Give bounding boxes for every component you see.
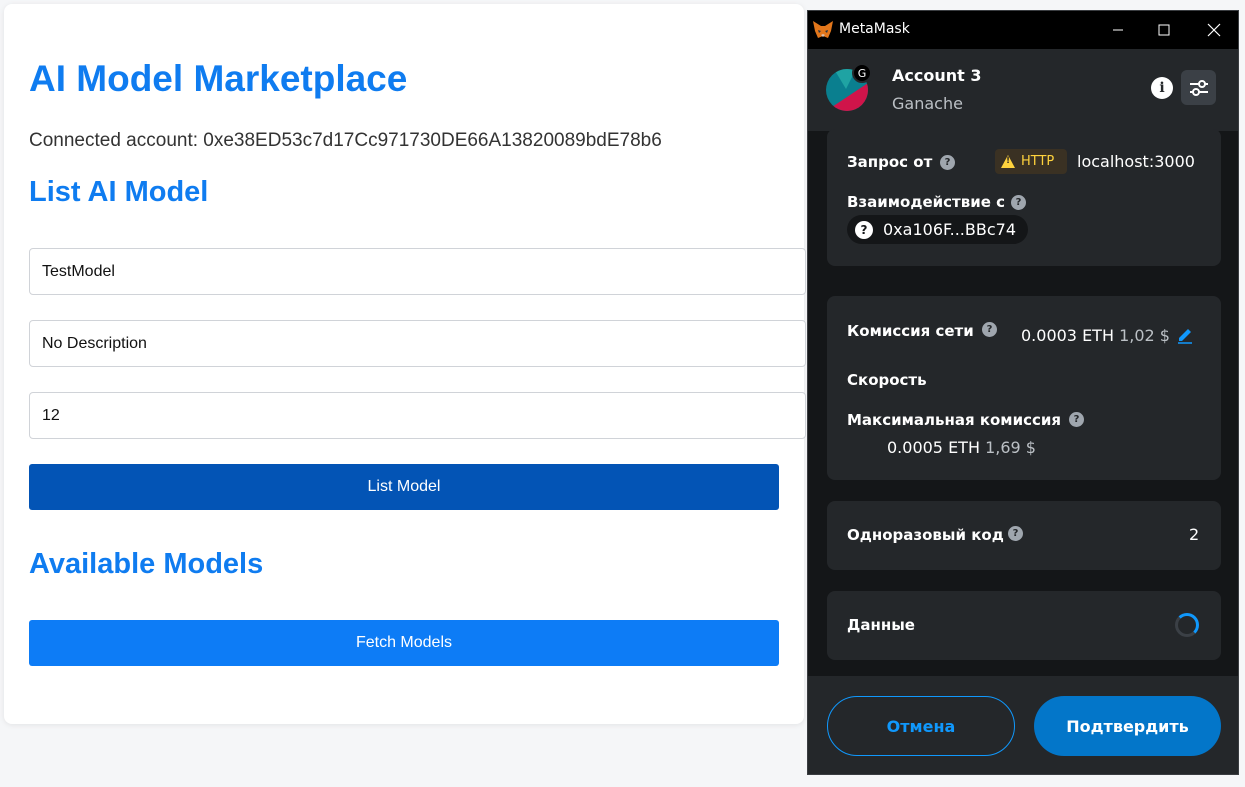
max-fee-help-icon[interactable]: ?	[1069, 412, 1084, 427]
network-fee-fiat: 1,02 $	[1119, 326, 1170, 345]
contract-address: 0xa106F...BBc74	[883, 220, 1016, 239]
confirmation-content[interactable]: Запрос от ? HTTP localhost:3000 Взаимоде…	[808, 129, 1238, 676]
nonce-value[interactable]: 2	[1189, 525, 1199, 544]
advanced-settings-button[interactable]	[1181, 70, 1216, 105]
account-header: G Account 3 Ganache i	[808, 49, 1238, 131]
speed-label: Скорость	[847, 371, 927, 389]
request-origin: localhost:3000	[1077, 152, 1195, 171]
contract-address-pill[interactable]: ? 0xa106F...BBc74	[847, 215, 1028, 244]
network-fee-label: Комиссия сети	[847, 322, 974, 340]
max-fee-fiat: 1,69 $	[985, 438, 1036, 457]
data-panel: Данные	[827, 591, 1221, 660]
confirm-button[interactable]: Подтвердить	[1034, 696, 1221, 756]
request-from-label: Запрос от	[847, 153, 933, 171]
unknown-contract-icon: ?	[855, 220, 873, 239]
data-label: Данные	[847, 616, 915, 634]
sliders-icon	[1189, 79, 1208, 96]
maximize-button[interactable]	[1141, 11, 1187, 49]
maximize-icon	[1158, 24, 1170, 36]
warning-icon	[1001, 155, 1015, 168]
request-info-panel: Запрос от ? HTTP localhost:3000 Взаимоде…	[827, 129, 1221, 266]
minimize-button[interactable]	[1095, 11, 1141, 49]
window-titlebar: MetaMask	[808, 11, 1238, 49]
metamask-window: MetaMask G Account 3 Ganache i Запрос от…	[807, 10, 1239, 775]
list-model-heading: List AI Model	[29, 176, 209, 208]
interacting-with-label: Взаимодействие с	[847, 193, 1006, 211]
page-title: AI Model Marketplace	[29, 58, 408, 99]
fetch-models-button[interactable]: Fetch Models	[29, 620, 779, 666]
max-fee-label: Максимальная комиссия	[847, 411, 1062, 429]
list-model-button[interactable]: List Model	[29, 464, 779, 510]
network-badge: G	[852, 63, 872, 83]
max-fee-value: 0.0005 ETH 1,69 $	[887, 438, 1036, 457]
model-description-input[interactable]	[29, 320, 806, 367]
action-footer: Отмена Подтвердить	[808, 676, 1238, 774]
edit-fee-icon[interactable]	[1176, 326, 1194, 344]
model-price-input[interactable]	[29, 392, 806, 439]
loading-spinner-icon	[1175, 613, 1199, 637]
network-fee-panel: Комиссия сети ? 0.0003 ETH 1,02 $ Скорос…	[827, 296, 1221, 480]
nonce-help-icon[interactable]: ?	[1008, 526, 1023, 541]
window-title: MetaMask	[839, 21, 910, 37]
info-icon[interactable]: i	[1151, 77, 1173, 99]
account-name: Account 3	[892, 66, 982, 85]
nonce-label: Одноразовый код	[847, 526, 1004, 544]
metamask-fox-icon	[813, 21, 833, 38]
marketplace-card: AI Model Marketplace Connected account: …	[4, 4, 806, 724]
request-from-help-icon[interactable]: ?	[940, 155, 955, 170]
network-fee-eth: 0.0003 ETH	[1021, 326, 1114, 345]
network-fee-help-icon[interactable]: ?	[982, 322, 997, 337]
network-name: Ganache	[892, 94, 963, 113]
connected-account-text: Connected account: 0xe38ED53c7d17Cc97173…	[29, 130, 662, 151]
nonce-panel: Одноразовый код ? 2	[827, 501, 1221, 570]
available-models-heading: Available Models	[29, 548, 264, 580]
network-fee-value: 0.0003 ETH 1,02 $	[1021, 326, 1170, 345]
cancel-button[interactable]: Отмена	[827, 696, 1015, 756]
minimize-icon	[1113, 29, 1123, 31]
http-badge-text: HTTP	[1021, 154, 1055, 169]
model-name-input[interactable]	[29, 248, 806, 295]
http-warning-badge[interactable]: HTTP	[995, 149, 1067, 174]
close-button[interactable]	[1191, 11, 1237, 49]
interacting-with-help-icon[interactable]: ?	[1011, 195, 1026, 210]
close-icon	[1207, 23, 1221, 37]
max-fee-eth: 0.0005 ETH	[887, 438, 980, 457]
